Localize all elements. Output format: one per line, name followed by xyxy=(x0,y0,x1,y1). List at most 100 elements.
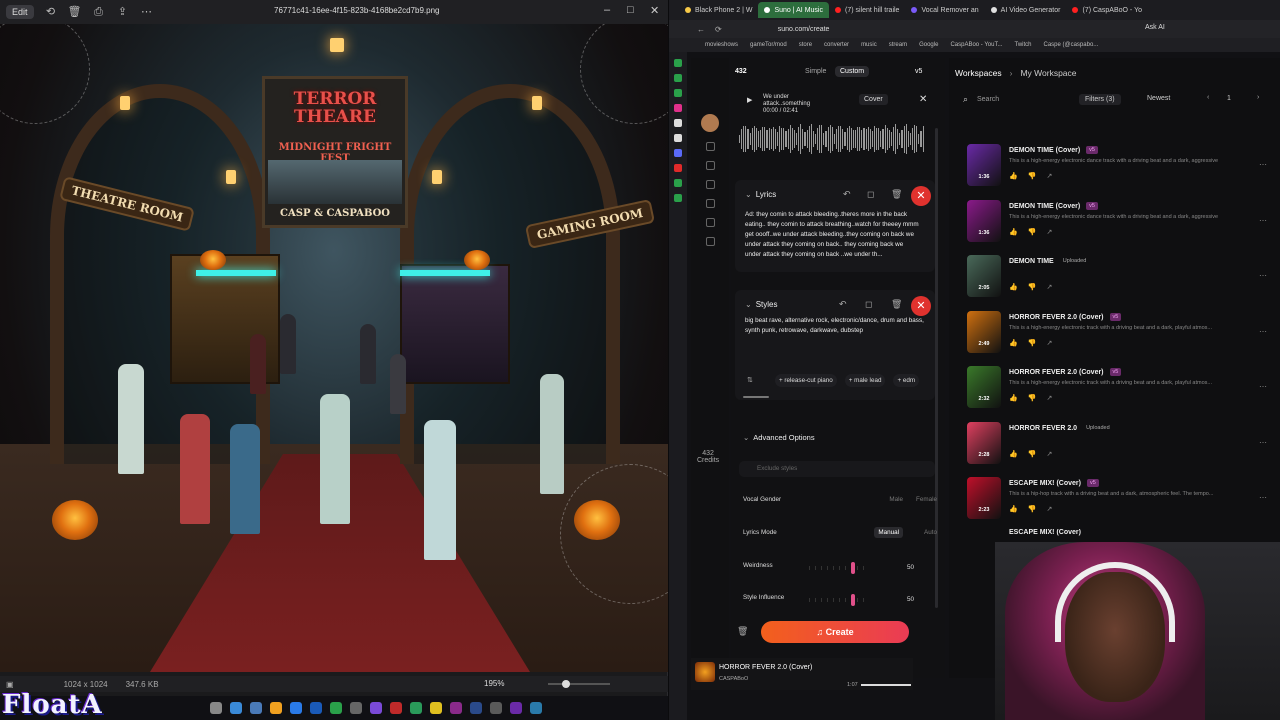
taskbar-app[interactable] xyxy=(290,702,302,714)
song-title[interactable]: DEMON TIME (Cover) v5 xyxy=(1009,201,1098,210)
song-row[interactable]: 2:23 ESCAPE MIX! (Cover) v5 This is a hip-h… xyxy=(963,473,1267,525)
ask-ai-button[interactable]: Ask AI xyxy=(1145,24,1165,31)
song-row[interactable]: 1:36 DEMON TIME (Cover) v5 This is a high-e… xyxy=(963,196,1267,248)
song-title[interactable]: HORROR FEVER 2.0 (Cover) v5 xyxy=(1009,312,1122,321)
like-icon[interactable]: 👍 xyxy=(1009,506,1028,513)
now-playing-art[interactable] xyxy=(695,662,715,682)
rail-app-icon[interactable] xyxy=(674,89,682,97)
avatar[interactable] xyxy=(701,114,719,132)
search-input[interactable]: ⌕ Search xyxy=(961,92,1061,108)
taskbar-app[interactable] xyxy=(530,702,542,714)
rail-app-icon[interactable] xyxy=(674,164,682,172)
more-options-icon[interactable]: ⋯ xyxy=(1259,493,1267,502)
copy-icon[interactable]: ◻ xyxy=(865,299,872,310)
style-influence-thumb[interactable] xyxy=(851,594,855,606)
rail-app-icon[interactable] xyxy=(674,119,682,127)
bookmark[interactable]: stream xyxy=(889,42,907,48)
taskbar-app[interactable] xyxy=(350,702,362,714)
close-icon[interactable]: ✕ xyxy=(650,4,659,17)
like-icon[interactable]: 👍 xyxy=(1009,173,1028,180)
bookmark[interactable]: converter xyxy=(824,42,849,48)
tab-simple[interactable]: Simple xyxy=(805,68,826,75)
rail-app-icon[interactable] xyxy=(674,59,682,67)
rail-app-icon[interactable] xyxy=(674,179,682,187)
notifications-icon[interactable] xyxy=(705,237,715,246)
taskbar-app[interactable] xyxy=(370,702,382,714)
taskbar-app[interactable] xyxy=(430,702,442,714)
song-title[interactable]: ESCAPE MIX! (Cover) xyxy=(1009,529,1081,536)
remove-cover-icon[interactable]: ✕ xyxy=(919,94,927,105)
bookmark[interactable]: music xyxy=(861,42,877,48)
taskbar-app[interactable] xyxy=(470,702,482,714)
more-icon[interactable]: ⋯ xyxy=(140,5,154,19)
styles-textarea[interactable]: big beat rave, alternative rock, electro… xyxy=(745,316,925,336)
rail-app-icon[interactable] xyxy=(674,194,682,202)
dislike-icon[interactable]: 👎 xyxy=(1028,395,1047,402)
edit-button[interactable]: Edit xyxy=(6,5,34,19)
print-icon[interactable]: ⎙ xyxy=(92,5,106,19)
share-icon[interactable]: ↗ xyxy=(1046,451,1062,458)
tab-silent-hill[interactable]: (7) silent hill traile xyxy=(829,2,905,18)
lyrics-textarea[interactable]: Ad: they comin to attack bleeding..there… xyxy=(745,210,921,260)
share-icon[interactable]: ↗ xyxy=(1046,506,1062,513)
taskbar-app[interactable] xyxy=(270,702,282,714)
share-icon[interactable]: ↗ xyxy=(1046,173,1062,180)
like-icon[interactable]: 👍 xyxy=(1009,451,1028,458)
create-icon[interactable] xyxy=(705,161,715,170)
more-options-icon[interactable]: ⋯ xyxy=(1259,327,1267,336)
copy-icon[interactable]: ◻ xyxy=(867,189,874,200)
current-workspace[interactable]: My Workspace xyxy=(1020,68,1076,78)
share-icon[interactable]: ↗ xyxy=(1046,284,1062,291)
song-title[interactable]: DEMON TIME Uploaded xyxy=(1009,257,1089,265)
share-icon[interactable]: ↗ xyxy=(1046,229,1062,236)
home-icon[interactable] xyxy=(705,142,715,151)
share-icon[interactable]: ⇪ xyxy=(116,5,130,19)
back-icon[interactable]: ← xyxy=(697,25,705,34)
song-title[interactable]: DEMON TIME (Cover) v5 xyxy=(1009,146,1098,154)
model-version-select[interactable]: v5 xyxy=(915,68,922,75)
bookmark[interactable]: movieshows xyxy=(705,42,738,48)
taskbar-app[interactable] xyxy=(210,702,222,714)
song-row[interactable]: 2:49 HORROR FEVER 2.0 (Cover) v5 This is a … xyxy=(963,307,1267,359)
style-chip[interactable]: + edm xyxy=(893,374,920,387)
workspaces-link[interactable]: Workspaces xyxy=(955,68,1002,78)
bookmark[interactable]: store xyxy=(799,42,812,48)
bookmark[interactable]: gameTor/mod xyxy=(750,42,787,48)
like-icon[interactable]: 👍 xyxy=(1009,395,1028,402)
advanced-options-toggle[interactable]: ⌄ Advanced Options xyxy=(743,433,815,442)
weirdness-thumb[interactable] xyxy=(851,562,855,574)
next-page-icon[interactable]: › xyxy=(1257,94,1259,101)
taskbar-app[interactable] xyxy=(510,702,522,714)
reload-icon[interactable]: ⟳ xyxy=(715,25,722,34)
share-icon[interactable]: ↗ xyxy=(1046,340,1062,347)
rotate-icon[interactable]: ⟲ xyxy=(44,5,58,19)
style-chip[interactable]: + release-cut piano xyxy=(775,374,837,387)
lyrics-toggle[interactable]: ⌄ Lyrics xyxy=(745,190,776,199)
more-options-icon[interactable]: ⋯ xyxy=(1259,216,1267,225)
tab-custom[interactable]: Custom xyxy=(835,66,870,77)
prev-page-icon[interactable]: ‹ xyxy=(1207,94,1209,101)
song-row-partial[interactable]: ESCAPE MIX! (Cover) xyxy=(963,529,1267,539)
lyrics-manual-option[interactable]: Manual xyxy=(874,527,903,538)
song-row[interactable]: 1:36 DEMON TIME (Cover) v5 This is a high-e… xyxy=(963,140,1267,192)
vocal-male-option[interactable]: Male xyxy=(889,496,903,503)
song-title[interactable]: HORROR FEVER 2.0 (Cover) v5 xyxy=(1009,368,1122,376)
tab-caspaboo[interactable]: (7) CaspABoO - Yo xyxy=(1066,2,1148,18)
magic-styles-button[interactable]: ✕ xyxy=(911,296,931,316)
song-row[interactable]: 2:05 DEMON TIME Uploaded 👍👎↗ ⋯ xyxy=(963,251,1267,303)
address-bar[interactable]: ← ⟳ suno.com/create Ask AI xyxy=(669,20,1280,38)
rail-app-icon[interactable] xyxy=(674,104,682,112)
zoom-slider-knob[interactable] xyxy=(562,680,570,688)
bookmark[interactable]: Twitch xyxy=(1014,42,1031,48)
dislike-icon[interactable]: 👎 xyxy=(1028,506,1047,513)
song-row[interactable]: 2:32 HORROR FEVER 2.0 (Cover) v5 This is a … xyxy=(963,362,1267,414)
filters-button[interactable]: Filters (3) xyxy=(1079,94,1121,105)
taskbar-app[interactable] xyxy=(490,702,502,714)
lyrics-auto-option[interactable]: Auto xyxy=(924,529,937,536)
dislike-icon[interactable]: 👎 xyxy=(1028,229,1047,236)
playback-progress[interactable] xyxy=(861,684,911,686)
undo-icon[interactable]: ↶ xyxy=(843,189,851,200)
trash-icon[interactable]: 🗑 xyxy=(891,189,902,200)
minimize-icon[interactable]: – xyxy=(604,4,610,16)
exclude-styles-input[interactable]: Exclude styles xyxy=(739,461,935,477)
